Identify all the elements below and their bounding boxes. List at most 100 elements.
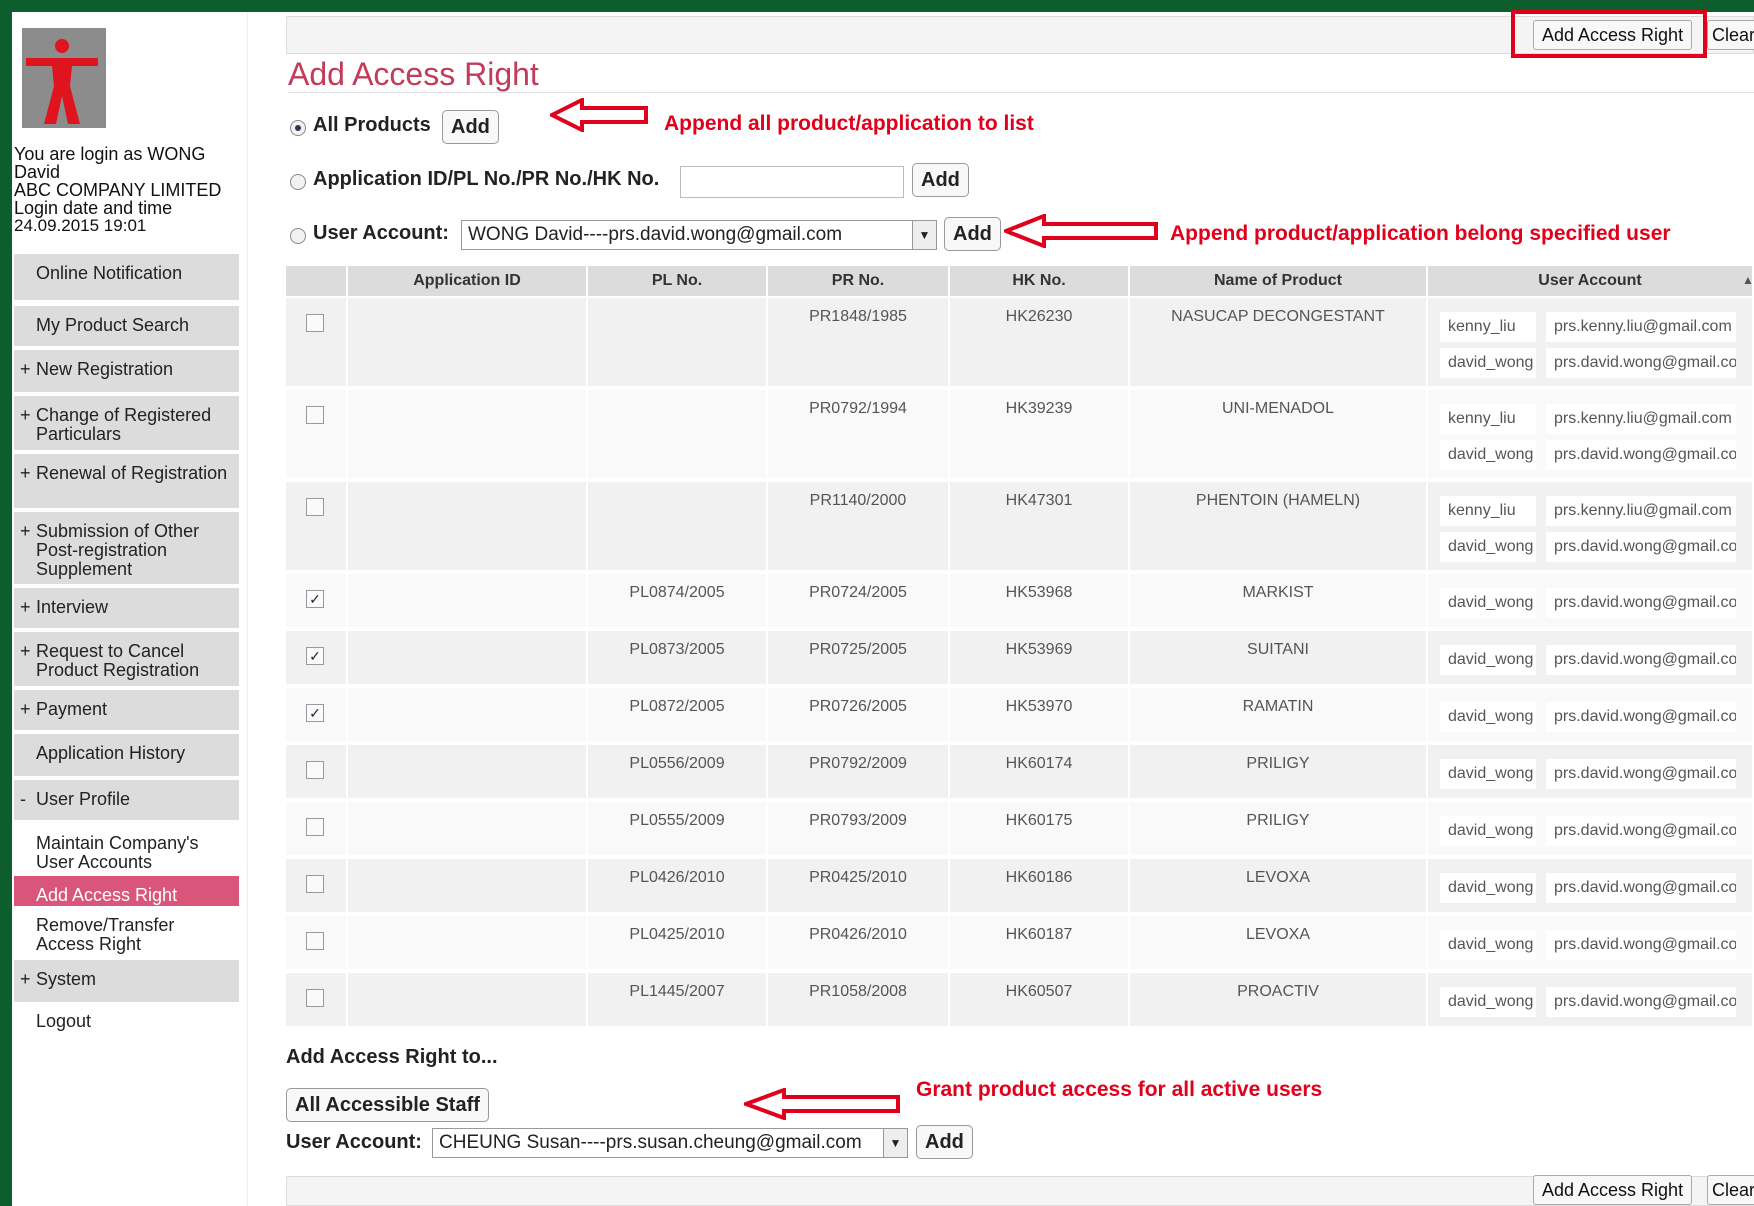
- row-checkbox[interactable]: [306, 818, 324, 836]
- sidebar-item-label: User Profile: [36, 789, 131, 809]
- pl-no-cell: [588, 298, 768, 386]
- sidebar-item-change-of-registered-particulars[interactable]: + Change of Registered Particulars: [14, 396, 239, 452]
- user-account-radio[interactable]: [290, 228, 306, 244]
- user-account-entry: david_wong prs.david.wong@gmail.com: [1428, 987, 1752, 1017]
- row-checkbox[interactable]: [306, 989, 324, 1007]
- table-header-user-account[interactable]: User Account: [1428, 266, 1754, 296]
- app-id-cell: [348, 745, 588, 798]
- sidebar-item-request-to-cancel-product-registration[interactable]: + Request to Cancel Product Registration: [14, 632, 239, 688]
- sidebar-item-prefix: +: [20, 597, 31, 617]
- sidebar-item-new-registration[interactable]: + New Registration: [14, 350, 239, 394]
- sidebar-item-remove-transfer-access-right[interactable]: Remove/Transfer Access Right: [14, 906, 239, 958]
- user-account-cell: david_wong prs.david.wong@gmail.com: [1428, 631, 1754, 684]
- sidebar-item-user-profile[interactable]: - User Profile: [14, 780, 239, 822]
- user-account-entry: kenny_liu prs.kenny.liu@gmail.com: [1428, 404, 1752, 434]
- pl-no-cell: PL0873/2005: [588, 631, 768, 684]
- sidebar-item-prefix: +: [20, 641, 31, 661]
- user-account-entry: david_wong prs.david.wong@gmail.com: [1428, 532, 1752, 562]
- sidebar-item-prefix: [20, 1012, 36, 1040]
- app-id-cell: [348, 298, 588, 386]
- bottom-user-account-select[interactable]: CHEUNG Susan----prs.susan.cheung@gmail.c…: [432, 1128, 908, 1158]
- sidebar-item-payment[interactable]: + Payment: [14, 690, 239, 732]
- all-accessible-staff-button[interactable]: All Accessible Staff: [286, 1088, 489, 1122]
- row-checkbox[interactable]: ✓: [306, 704, 324, 722]
- row-checkbox[interactable]: [306, 314, 324, 332]
- sidebar-item-prefix: [20, 916, 36, 956]
- hk-no-cell: HK60187: [950, 916, 1130, 969]
- chevron-down-icon: ▼: [912, 221, 936, 249]
- row-checkbox[interactable]: [306, 932, 324, 950]
- app-id-cell: [348, 574, 588, 627]
- sidebar-item-my-product-search[interactable]: My Product Search: [14, 306, 239, 348]
- sidebar-item-label: Renewal of Registration: [36, 463, 228, 483]
- table-header-product-name[interactable]: Name of Product: [1130, 266, 1428, 296]
- user-account-select[interactable]: WONG David----prs.david.wong@gmail.com ▼: [461, 220, 937, 250]
- app-id-cell: [348, 973, 588, 1026]
- row-checkbox[interactable]: ✓: [306, 590, 324, 608]
- app-id-radio[interactable]: [290, 174, 306, 190]
- bottom-add-access-right-button[interactable]: Add Access Right: [1533, 1175, 1693, 1205]
- pr-no-cell: PR1848/1985: [768, 298, 950, 386]
- sidebar-item-label: Submission of Other Post-registration Su…: [36, 521, 200, 579]
- sidebar-item-application-history[interactable]: Application History: [14, 734, 239, 778]
- clear-button[interactable]: Clear: [1707, 20, 1754, 50]
- sidebar-item-label: New Registration: [36, 359, 174, 379]
- pl-no-cell: [588, 390, 768, 478]
- sidebar-item-submission-of-other-post-registration-supplement[interactable]: + Submission of Other Post-registration S…: [14, 512, 239, 586]
- app-id-cell: [348, 482, 588, 570]
- sidebar-item-maintain-company-s-user-accounts[interactable]: Maintain Company's User Accounts: [14, 824, 239, 876]
- app-id-cell: [348, 802, 588, 855]
- add-access-right-to-title: Add Access Right to...: [286, 1046, 498, 1068]
- row-select-cell: [286, 298, 348, 386]
- row-select-cell: ✓: [286, 574, 348, 627]
- user-account-cell: kenny_liu prs.kenny.liu@gmail.com david_wo…: [1428, 482, 1754, 570]
- sidebar-item-renewal-of-registration[interactable]: + Renewal of Registration: [14, 454, 239, 510]
- product-name-cell: LEVOXA: [1130, 859, 1428, 912]
- sidebar-item-label: Online Notification: [36, 263, 183, 283]
- pr-no-cell: PR1058/2008: [768, 973, 950, 1026]
- sidebar-item-online-notification[interactable]: Online Notification: [14, 254, 239, 302]
- row-checkbox[interactable]: [306, 761, 324, 779]
- sidebar-item-interview[interactable]: + Interview: [14, 588, 239, 630]
- chevron-down-icon: ▼: [883, 1129, 907, 1157]
- user-email: prs.david.wong@gmail.com: [1546, 532, 1736, 562]
- user-account-entry: david_wong prs.david.wong@gmail.com: [1428, 759, 1752, 789]
- arrow-left-icon: [550, 98, 648, 132]
- sidebar-item-system[interactable]: + System: [14, 960, 239, 1004]
- hk-no-cell: HK60186: [950, 859, 1130, 912]
- user-account-add-button[interactable]: Add: [944, 217, 1001, 251]
- sidebar-item-prefix: [20, 744, 36, 776]
- table-header-pl-no[interactable]: PL No.: [588, 266, 768, 296]
- pr-no-cell: PR0793/2009: [768, 802, 950, 855]
- table-header-pr-no[interactable]: PR No.: [768, 266, 950, 296]
- bottom-clear-button[interactable]: Clear: [1707, 1175, 1754, 1205]
- pl-no-cell: PL0874/2005: [588, 574, 768, 627]
- all-products-radio[interactable]: [290, 120, 306, 136]
- sidebar-item-logout[interactable]: Logout: [14, 1002, 239, 1042]
- row-checkbox[interactable]: [306, 406, 324, 424]
- annotation-grant-access: Grant product access for all active user…: [916, 1078, 1323, 1101]
- product-name-cell: LEVOXA: [1130, 916, 1428, 969]
- table-header-app-id[interactable]: Application ID: [348, 266, 588, 296]
- sidebar-item-label: Remove/Transfer Access Right: [36, 915, 175, 954]
- table-header-hk-no[interactable]: HK No.: [950, 266, 1130, 296]
- all-products-add-button[interactable]: Add: [442, 110, 499, 144]
- row-checkbox[interactable]: ✓: [306, 647, 324, 665]
- user-email: prs.david.wong@gmail.com: [1546, 588, 1736, 618]
- user-name: david_wong: [1440, 930, 1536, 960]
- row-checkbox[interactable]: [306, 875, 324, 893]
- sidebar-item-prefix: [20, 264, 36, 300]
- app-id-input[interactable]: [680, 166, 904, 198]
- pl-no-cell: PL0426/2010: [588, 859, 768, 912]
- bottom-user-account-add-button[interactable]: Add: [916, 1125, 973, 1159]
- sort-icon[interactable]: ▲: [1742, 273, 1754, 287]
- table-row: PL0426/2010 PR0425/2010 HK60186 LEVOXA david…: [286, 859, 1754, 914]
- app-id-add-button[interactable]: Add: [912, 163, 969, 197]
- row-select-cell: [286, 482, 348, 570]
- sidebar-item-prefix: -: [20, 789, 26, 809]
- hk-no-cell: HK53968: [950, 574, 1130, 627]
- app-id-label: Application ID/PL No./PR No./HK No.: [313, 168, 660, 190]
- row-checkbox[interactable]: [306, 498, 324, 516]
- login-user-line2: David: [14, 162, 61, 182]
- bottom-user-account-label: User Account:: [286, 1131, 422, 1153]
